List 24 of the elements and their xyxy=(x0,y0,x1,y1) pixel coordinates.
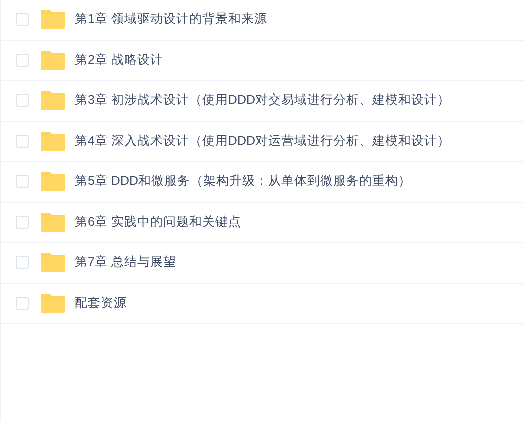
checkbox[interactable] xyxy=(16,94,29,108)
checkbox[interactable] xyxy=(16,296,29,310)
checkbox[interactable] xyxy=(16,13,29,26)
checkbox[interactable] xyxy=(16,175,29,188)
checkbox[interactable] xyxy=(16,54,29,67)
folder-name[interactable]: 第3章 初涉战术设计（使用DDD对交易域进行分析、建模和设计） xyxy=(75,91,451,110)
folder-name[interactable]: 第4章 深入战术设计（使用DDD对运营域进行分析、建模和设计） xyxy=(75,132,451,151)
folder-name[interactable]: 第1章 领域驱动设计的背景和来源 xyxy=(75,10,268,30)
folder-name[interactable]: 配套资源 xyxy=(75,294,127,313)
folder-icon xyxy=(41,10,65,30)
folder-name[interactable]: 第7章 总结与展望 xyxy=(75,253,176,272)
folder-name[interactable]: 第6章 实践中的问题和关键点 xyxy=(75,212,242,232)
checkbox[interactable] xyxy=(16,216,29,229)
folder-icon xyxy=(41,132,65,151)
checkbox[interactable] xyxy=(16,134,29,148)
folder-icon xyxy=(41,253,65,272)
folder-name[interactable]: 第2章 战略设计 xyxy=(75,50,164,70)
checkbox[interactable] xyxy=(16,256,29,270)
folder-icon xyxy=(41,294,65,313)
folder-icon xyxy=(41,212,65,232)
folder-name[interactable]: 第5章 DDD和微服务（架构升级：从单体到微服务的重构） xyxy=(75,172,412,192)
folder-icon xyxy=(41,50,65,70)
folder-icon xyxy=(41,91,65,110)
folder-icon xyxy=(41,172,65,192)
